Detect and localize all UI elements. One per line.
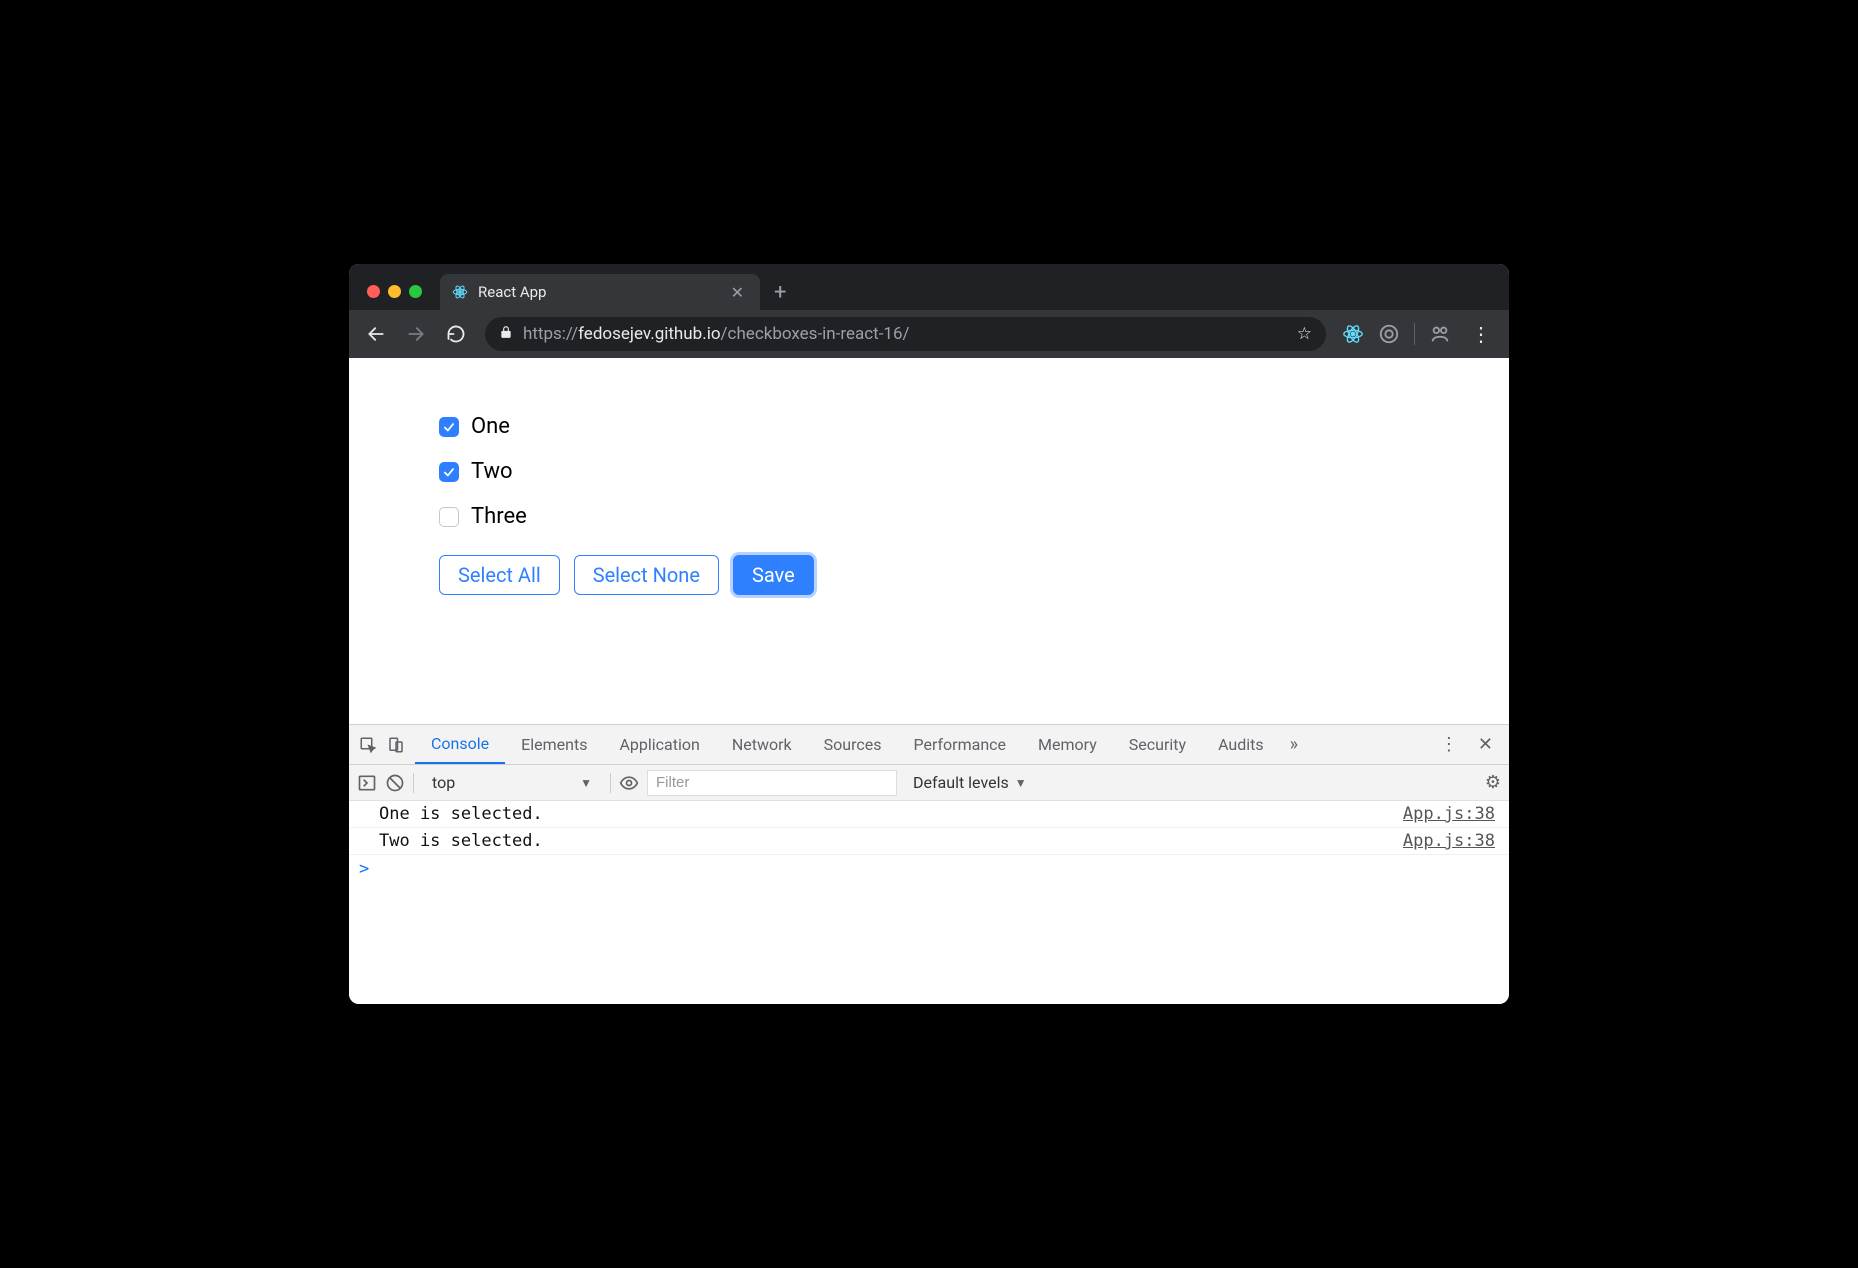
context-value: top (432, 773, 455, 792)
toolbar-separator (1414, 323, 1415, 345)
close-window-button[interactable] (367, 285, 380, 298)
url-host: fedosejev.github.io (578, 324, 720, 344)
url-scheme: https:// (523, 324, 578, 344)
page-content: One Two Three Select All Select None Sav… (349, 358, 1509, 724)
checkbox-two[interactable] (439, 462, 459, 482)
devtools-tab-application[interactable]: Application (603, 725, 715, 764)
url-path: /checkboxes-in-react-16/ (721, 324, 910, 344)
save-button[interactable]: Save (733, 555, 814, 595)
device-toggle-icon[interactable] (387, 736, 405, 754)
back-button[interactable] (359, 317, 393, 351)
checkbox-row-two: Two (439, 459, 1509, 484)
devtools-tab-elements[interactable]: Elements (505, 725, 603, 764)
url-text: https://fedosejev.github.io/checkboxes-i… (523, 324, 1287, 344)
clear-console-icon[interactable] (385, 773, 405, 793)
browser-window: React App ✕ + https://fedosejev.github.i… (349, 264, 1509, 1004)
console-log-row: Two is selected. App.js:38 (349, 828, 1509, 855)
devtools-tab-sources[interactable]: Sources (808, 725, 898, 764)
console-body: One is selected. App.js:38 Two is select… (349, 801, 1509, 1004)
console-context-select[interactable]: top ▼ (422, 773, 602, 792)
separator (610, 773, 611, 793)
minimize-window-button[interactable] (388, 285, 401, 298)
browser-menu-icon[interactable]: ⋮ (1463, 322, 1499, 346)
checkbox-row-three: Three (439, 504, 1509, 529)
checkbox-label: One (471, 414, 510, 439)
profile-icon[interactable] (1429, 323, 1451, 345)
button-row: Select All Select None Save (439, 555, 1509, 595)
devtools-panel: Console Elements Application Network Sou… (349, 724, 1509, 1004)
live-expression-icon[interactable] (619, 773, 639, 793)
devtools-tabbar: Console Elements Application Network Sou… (349, 725, 1509, 765)
window-controls (359, 285, 440, 310)
console-levels-select[interactable]: Default levels ▼ (905, 773, 1035, 792)
devtools-tab-audits[interactable]: Audits (1202, 725, 1280, 764)
console-log-source[interactable]: App.js:38 (1403, 831, 1495, 851)
titlebar: React App ✕ + (349, 264, 1509, 310)
console-log-message: Two is selected. (379, 831, 543, 851)
checkbox-row-one: One (439, 414, 1509, 439)
separator (413, 773, 414, 793)
react-devtools-icon[interactable] (1342, 323, 1364, 345)
console-filter-input[interactable] (647, 770, 897, 796)
devtools-more-tabs-icon[interactable]: » (1280, 734, 1308, 755)
browser-tab[interactable]: React App ✕ (440, 274, 760, 310)
devtools-tab-network[interactable]: Network (716, 725, 808, 764)
close-tab-icon[interactable]: ✕ (727, 283, 748, 302)
chevron-down-icon: ▼ (1015, 776, 1027, 790)
extension-circle-icon[interactable] (1378, 323, 1400, 345)
extension-icons (1338, 323, 1457, 345)
levels-label: Default levels (913, 773, 1009, 792)
chevron-down-icon: ▼ (580, 776, 592, 790)
forward-button[interactable] (399, 317, 433, 351)
console-toolbar: top ▼ Default levels ▼ ⚙ (349, 765, 1509, 801)
select-none-button[interactable]: Select None (574, 555, 719, 595)
devtools-tab-console[interactable]: Console (415, 725, 505, 764)
checkbox-three[interactable] (439, 507, 459, 527)
bookmark-star-icon[interactable]: ☆ (1297, 324, 1312, 344)
console-prompt[interactable]: > (349, 855, 1509, 883)
inspect-element-icon[interactable] (359, 736, 377, 754)
react-favicon-icon (452, 284, 468, 300)
console-log-row: One is selected. App.js:38 (349, 801, 1509, 828)
devtools-tab-security[interactable]: Security (1113, 725, 1202, 764)
checkbox-label: Two (471, 459, 513, 484)
maximize-window-button[interactable] (409, 285, 422, 298)
console-sidebar-toggle-icon[interactable] (357, 773, 377, 793)
lock-icon (499, 324, 513, 344)
reload-button[interactable] (439, 317, 473, 351)
new-tab-button[interactable]: + (760, 282, 800, 310)
console-log-message: One is selected. (379, 804, 543, 824)
devtools-tab-performance[interactable]: Performance (897, 725, 1022, 764)
select-all-button[interactable]: Select All (439, 555, 560, 595)
devtools-tab-memory[interactable]: Memory (1022, 725, 1113, 764)
console-settings-icon[interactable]: ⚙ (1485, 772, 1501, 793)
address-bar[interactable]: https://fedosejev.github.io/checkboxes-i… (485, 317, 1326, 351)
devtools-close-icon[interactable]: ✕ (1468, 734, 1503, 755)
devtools-menu-icon[interactable]: ⋮ (1430, 734, 1468, 755)
checkbox-one[interactable] (439, 417, 459, 437)
console-log-source[interactable]: App.js:38 (1403, 804, 1495, 824)
checkbox-label: Three (471, 504, 527, 529)
toolbar: https://fedosejev.github.io/checkboxes-i… (349, 310, 1509, 358)
tab-title: React App (478, 283, 727, 301)
